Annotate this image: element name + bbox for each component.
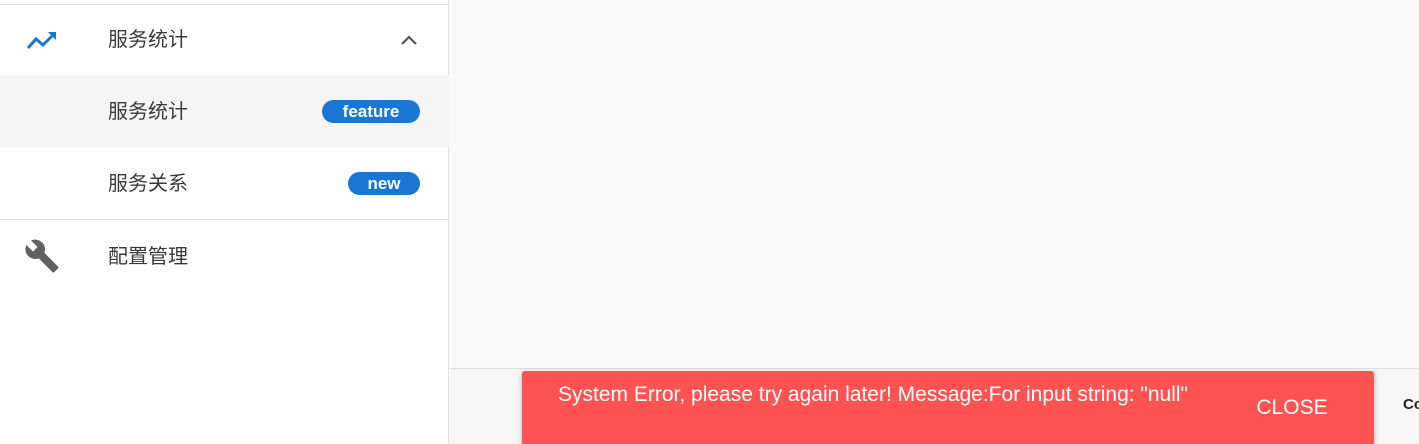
error-snackbar: System Error, please try again later! Me… (522, 371, 1374, 444)
snackbar-message: System Error, please try again later! Me… (558, 383, 1189, 406)
main-content (450, 0, 1419, 368)
sidebar-item-service-relations[interactable]: 服务关系 new (0, 147, 449, 219)
wrench-icon (24, 239, 60, 273)
chevron-up-icon[interactable] (399, 30, 419, 50)
sidebar-item-service-stats[interactable]: 服务统计 feature (0, 75, 449, 147)
close-button[interactable]: CLOSE (1252, 393, 1332, 423)
sidebar-item-config-management[interactable]: 配置管理 (0, 220, 449, 292)
sidebar-item-label: 服务统计 (108, 99, 188, 123)
sidebar: 服务统计 服务统计 feature 服务关系 new 配置管理 (0, 0, 449, 444)
sidebar-group-label: 服务统计 (108, 27, 188, 51)
new-badge: new (348, 172, 420, 195)
sidebar-item-label: 配置管理 (108, 244, 188, 268)
app-root: 服务统计 服务统计 feature 服务关系 new 配置管理 Co Syste… (0, 0, 1419, 444)
trending-up-icon (24, 26, 60, 54)
sidebar-group-service-stats[interactable]: 服务统计 (0, 4, 449, 76)
feature-badge: feature (322, 100, 420, 123)
sidebar-item-label: 服务关系 (108, 171, 188, 195)
footer-partial-text: Co (1403, 396, 1419, 413)
